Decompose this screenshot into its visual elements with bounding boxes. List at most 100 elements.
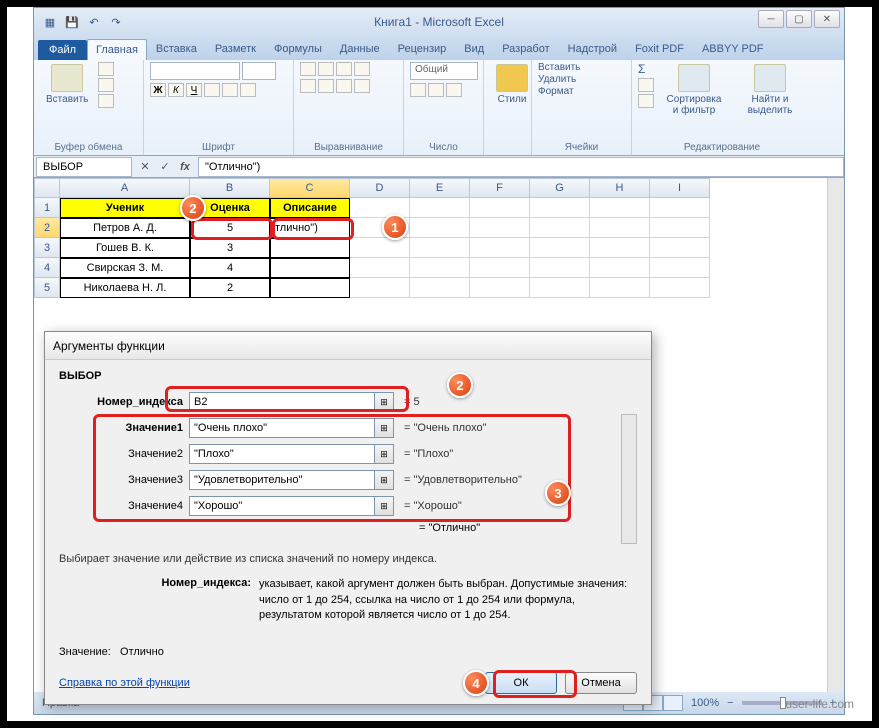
clear-icon[interactable] bbox=[638, 94, 654, 108]
enter-formula-icon[interactable]: ✓ bbox=[156, 158, 174, 176]
cell-b3[interactable]: 3 bbox=[190, 238, 270, 258]
cell-g5[interactable] bbox=[530, 278, 590, 298]
cell-b2[interactable]: 5 bbox=[190, 218, 270, 238]
cells-insert[interactable]: Вставить bbox=[538, 62, 580, 73]
arg-ref-icon-3[interactable]: ⊞ bbox=[374, 470, 394, 490]
close-button[interactable]: ✕ bbox=[814, 10, 840, 28]
font-name-box[interactable] bbox=[150, 62, 240, 80]
arg-input-0[interactable]: B2 bbox=[189, 392, 375, 412]
tab-insert[interactable]: Вставка bbox=[147, 38, 206, 60]
cells-format[interactable]: Формат bbox=[538, 86, 574, 97]
align-top-icon[interactable] bbox=[300, 62, 316, 76]
tab-formulas[interactable]: Формулы bbox=[265, 38, 331, 60]
tab-developer[interactable]: Разработ bbox=[493, 38, 558, 60]
cell-h1[interactable] bbox=[590, 198, 650, 218]
minimize-button[interactable]: ─ bbox=[758, 10, 784, 28]
cell-c3[interactable] bbox=[270, 238, 350, 258]
arg-ref-icon-2[interactable]: ⊞ bbox=[374, 444, 394, 464]
orientation-icon[interactable] bbox=[354, 62, 370, 76]
col-header-h[interactable]: H bbox=[590, 178, 650, 198]
cell-d3[interactable] bbox=[350, 238, 410, 258]
cancel-button[interactable]: Отмена bbox=[565, 672, 637, 694]
cell-d5[interactable] bbox=[350, 278, 410, 298]
row-header-5[interactable]: 5 bbox=[34, 278, 60, 298]
cell-f3[interactable] bbox=[470, 238, 530, 258]
formula-input[interactable]: "Отлично") bbox=[198, 157, 844, 177]
args-scrollbar[interactable] bbox=[621, 414, 637, 544]
cell-e4[interactable] bbox=[410, 258, 470, 278]
fx-icon[interactable]: fx bbox=[176, 158, 194, 176]
border-icon[interactable] bbox=[204, 83, 220, 97]
zoom-out-icon[interactable]: − bbox=[727, 697, 733, 709]
cell-h4[interactable] bbox=[590, 258, 650, 278]
copy-icon[interactable] bbox=[98, 78, 114, 92]
cell-c2[interactable]: тлично") bbox=[270, 218, 350, 238]
cell-f4[interactable] bbox=[470, 258, 530, 278]
row-header-4[interactable]: 4 bbox=[34, 258, 60, 278]
help-link[interactable]: Справка по этой функции bbox=[59, 677, 190, 689]
tab-foxit[interactable]: Foxit PDF bbox=[626, 38, 693, 60]
cell-a1[interactable]: Ученик bbox=[60, 198, 190, 218]
cell-g2[interactable] bbox=[530, 218, 590, 238]
cell-h3[interactable] bbox=[590, 238, 650, 258]
bold-icon[interactable]: Ж bbox=[150, 83, 166, 97]
tab-addins[interactable]: Надстрой bbox=[559, 38, 626, 60]
tab-view[interactable]: Вид bbox=[455, 38, 493, 60]
tab-layout[interactable]: Разметк bbox=[206, 38, 265, 60]
paste-button[interactable]: Вставить bbox=[40, 62, 94, 107]
align-left-icon[interactable] bbox=[300, 79, 316, 93]
italic-icon[interactable]: К bbox=[168, 83, 184, 97]
cancel-formula-icon[interactable]: ✕ bbox=[136, 158, 154, 176]
tab-abbyy[interactable]: ABBYY PDF bbox=[693, 38, 773, 60]
ok-button[interactable]: ОК bbox=[485, 672, 557, 694]
undo-icon[interactable]: ↶ bbox=[86, 14, 102, 30]
view-break-icon[interactable] bbox=[663, 695, 683, 711]
cell-g1[interactable] bbox=[530, 198, 590, 218]
arg-ref-icon-1[interactable]: ⊞ bbox=[374, 418, 394, 438]
cell-f2[interactable] bbox=[470, 218, 530, 238]
format-painter-icon[interactable] bbox=[98, 94, 114, 108]
cell-e1[interactable] bbox=[410, 198, 470, 218]
cell-i3[interactable] bbox=[650, 238, 710, 258]
cell-g3[interactable] bbox=[530, 238, 590, 258]
cell-a2[interactable]: Петров А. Д. bbox=[60, 218, 190, 238]
arg-input-3[interactable]: "Удовлетворительно" bbox=[189, 470, 375, 490]
arg-ref-icon-0[interactable]: ⊞ bbox=[374, 392, 394, 412]
cell-a3[interactable]: Гошев В. К. bbox=[60, 238, 190, 258]
cell-d4[interactable] bbox=[350, 258, 410, 278]
col-header-a[interactable]: A bbox=[60, 178, 190, 198]
cell-h2[interactable] bbox=[590, 218, 650, 238]
font-size-box[interactable] bbox=[242, 62, 276, 80]
cell-a4[interactable]: Свирская З. М. bbox=[60, 258, 190, 278]
tab-home[interactable]: Главная bbox=[87, 39, 147, 60]
currency-icon[interactable] bbox=[410, 83, 426, 97]
name-box[interactable]: ВЫБОР bbox=[36, 157, 132, 177]
cell-i4[interactable] bbox=[650, 258, 710, 278]
number-format-box[interactable]: Общий bbox=[410, 62, 478, 80]
cell-h5[interactable] bbox=[590, 278, 650, 298]
cell-c5[interactable] bbox=[270, 278, 350, 298]
col-header-i[interactable]: I bbox=[650, 178, 710, 198]
cell-b5[interactable]: 2 bbox=[190, 278, 270, 298]
cell-i1[interactable] bbox=[650, 198, 710, 218]
align-right-icon[interactable] bbox=[336, 79, 352, 93]
cell-e5[interactable] bbox=[410, 278, 470, 298]
fill-color-icon[interactable] bbox=[222, 83, 238, 97]
sort-filter-button[interactable]: Сортировка и фильтр bbox=[658, 62, 730, 118]
cell-e3[interactable] bbox=[410, 238, 470, 258]
cell-b4[interactable]: 4 bbox=[190, 258, 270, 278]
col-header-c[interactable]: C bbox=[270, 178, 350, 198]
indent-icon[interactable] bbox=[354, 79, 370, 93]
cell-c1[interactable]: Описание bbox=[270, 198, 350, 218]
cell-e2[interactable] bbox=[410, 218, 470, 238]
cell-c4[interactable] bbox=[270, 258, 350, 278]
align-center-icon[interactable] bbox=[318, 79, 334, 93]
zoom-level[interactable]: 100% bbox=[691, 697, 719, 709]
percent-icon[interactable] bbox=[428, 83, 444, 97]
row-header-2[interactable]: 2 bbox=[34, 218, 60, 238]
find-select-button[interactable]: Найти и выделить bbox=[734, 62, 806, 118]
comma-icon[interactable] bbox=[446, 83, 462, 97]
align-mid-icon[interactable] bbox=[318, 62, 334, 76]
cell-f1[interactable] bbox=[470, 198, 530, 218]
arg-input-2[interactable]: "Плохо" bbox=[189, 444, 375, 464]
